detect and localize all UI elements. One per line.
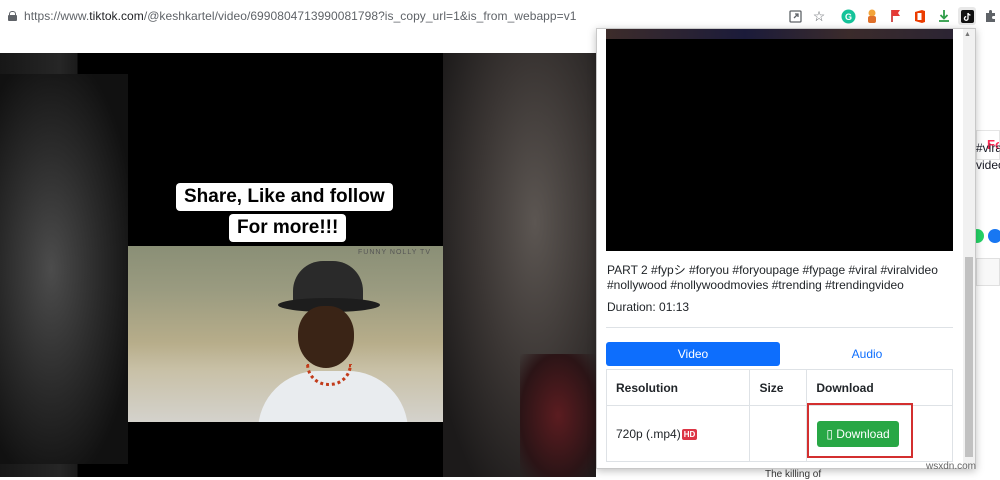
downloader-extension-popup: PART 2 #fypシ #foryou #foryoupage #fypage…: [596, 28, 976, 469]
flag-extension-icon[interactable]: [888, 8, 904, 24]
popup-video-preview[interactable]: [606, 29, 953, 251]
lock-icon[interactable]: [8, 11, 17, 21]
page-hashtag-partial[interactable]: #vira: [976, 141, 1000, 155]
copy-link-box-partial[interactable]: [976, 258, 1000, 286]
boy-face-illustration: [298, 306, 354, 368]
video-description: PART 2 #fypシ #foryou #foryoupage #fypage…: [607, 263, 938, 292]
url-prefix: https://www.: [24, 9, 90, 23]
size-cell: [749, 405, 808, 462]
scroll-up-arrow-icon[interactable]: ▲: [964, 31, 971, 38]
page-text-partial: video: [976, 158, 1000, 172]
tab-audio[interactable]: Audio: [780, 342, 954, 366]
bookmark-star-icon[interactable]: ☆: [811, 8, 827, 24]
tab-video[interactable]: Video: [606, 342, 780, 366]
office-extension-icon[interactable]: [912, 8, 928, 24]
page-bottom-text: The killing of: [765, 469, 822, 480]
column-header-download: Download: [806, 369, 953, 406]
url-path: /@keshkartel/video/6990804713990081798?i…: [143, 9, 577, 23]
video-watermark: FUNNY NOLLY TV: [358, 249, 432, 256]
extensions-puzzle-icon[interactable]: [983, 8, 999, 24]
video-caption-line2: For more!!!: [229, 214, 347, 242]
open-in-app-icon[interactable]: [787, 8, 803, 24]
popup-divider: [606, 327, 953, 328]
blurred-background-red: [520, 354, 596, 477]
download-arrow-extension-icon[interactable]: [936, 8, 952, 24]
popup-video-thumbnail-strip: [606, 29, 953, 39]
video-duration: Duration: 01:13: [607, 300, 690, 314]
corner-watermark: wsxdn.com: [926, 461, 977, 472]
tiktok-extension-icon[interactable]: [958, 7, 976, 25]
resolution-value: 720p (.mp4): [616, 426, 681, 441]
table-header-row: Resolution Size Download: [605, 369, 953, 406]
column-header-resolution: Resolution: [605, 369, 751, 406]
download-button-highlight: [807, 403, 913, 458]
video-scene: FUNNY NOLLY TV: [128, 246, 443, 422]
resolution-cell: 720p (.mp4) HD: [605, 405, 751, 462]
popup-scrollbar-thumb[interactable]: [965, 257, 973, 457]
grammarly-extension-icon[interactable]: G: [840, 8, 856, 24]
hd-badge: HD: [681, 428, 698, 440]
facebook-share-icon[interactable]: [988, 229, 1000, 243]
video-caption-line1: Share, Like and follow: [176, 183, 393, 211]
url-text[interactable]: https://www.tiktok.com/@keshkartel/video…: [24, 9, 576, 23]
url-host: tiktok.com: [89, 9, 144, 23]
blurred-background-left: [0, 74, 128, 464]
puppet-extension-icon[interactable]: [864, 8, 880, 24]
svg-text:G: G: [845, 12, 852, 22]
column-header-size: Size: [749, 369, 808, 406]
